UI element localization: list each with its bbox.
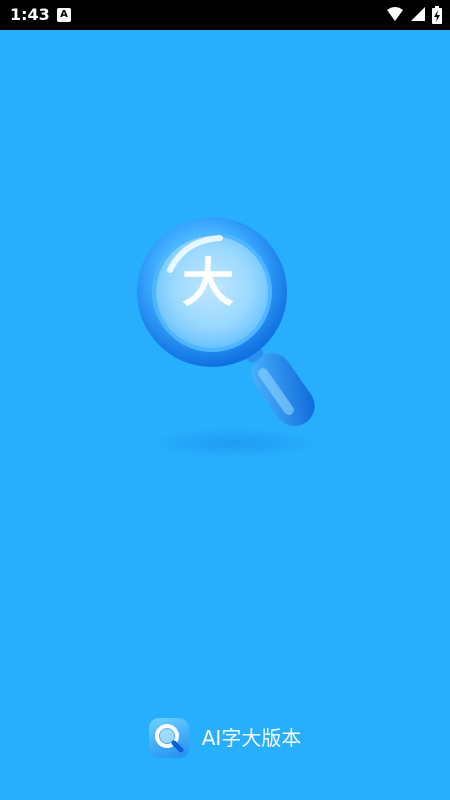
splash-screen: 1:43 A 大 AI字大版本 xyxy=(0,0,450,800)
signal-icon xyxy=(411,7,425,21)
status-bar: 1:43 A xyxy=(0,0,450,30)
brand-footer: AI字大版本 xyxy=(0,718,450,760)
battery-icon xyxy=(432,6,442,24)
magnifier-small-icon xyxy=(154,724,184,753)
wifi-icon xyxy=(387,7,403,21)
logo-shadow xyxy=(150,428,320,458)
magnifier-icon xyxy=(137,217,315,427)
status-time: 1:43 xyxy=(10,5,50,24)
app-icon xyxy=(148,718,189,758)
logo-character: 大 xyxy=(181,254,234,314)
app-name: AI字大版本 xyxy=(201,726,302,750)
status-icons xyxy=(380,6,442,24)
notification-icon: A xyxy=(57,8,71,22)
